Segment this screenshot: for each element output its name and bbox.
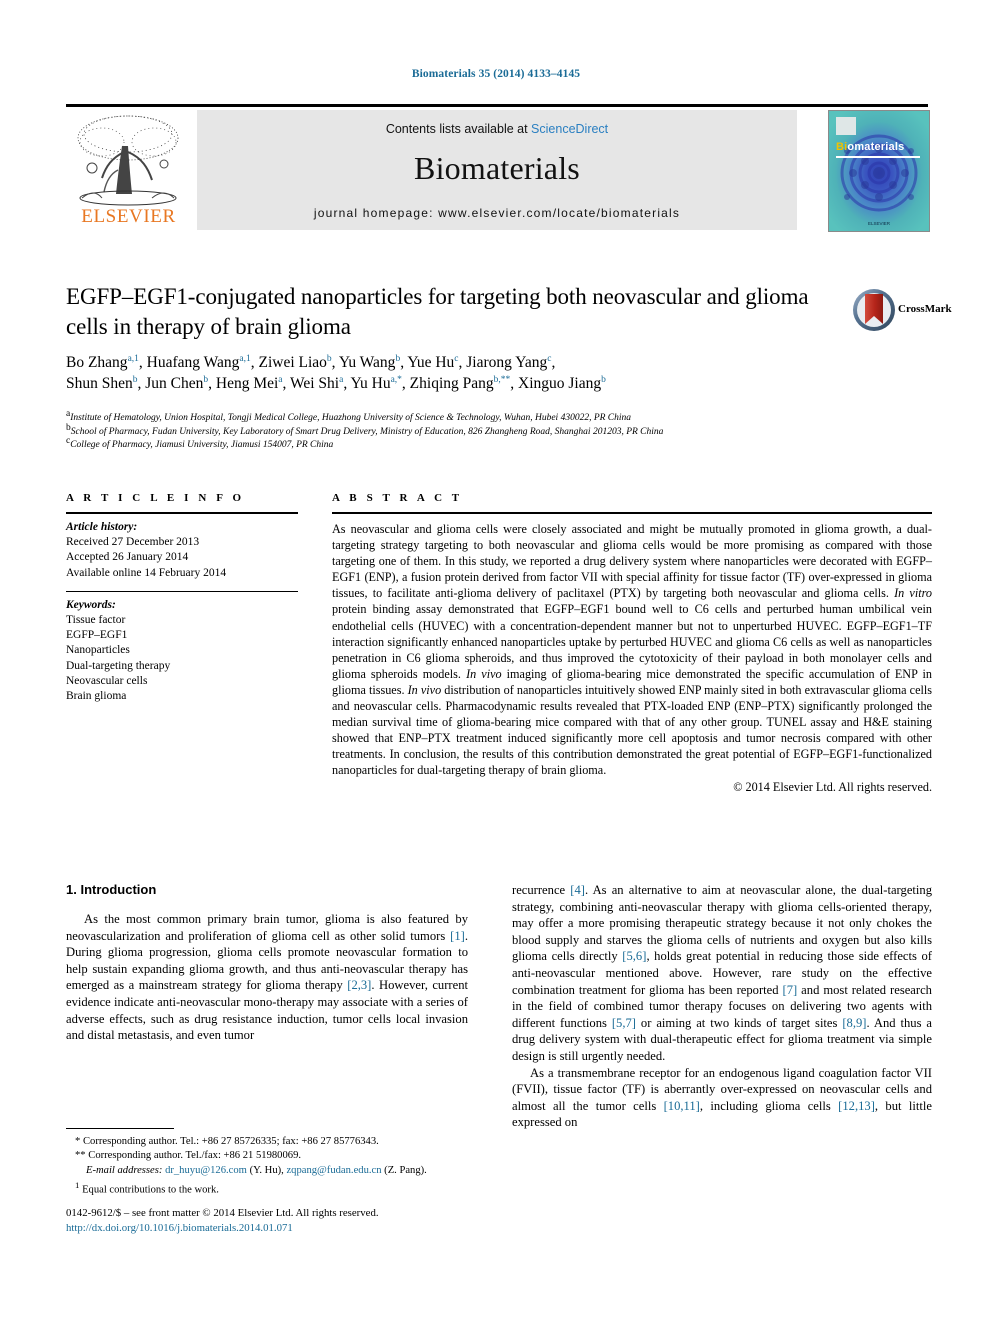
article-history: Article history: Received 27 December 20… <box>66 514 298 581</box>
footnote-corresponding-1: * Corresponding author. Tel.: +86 27 857… <box>66 1135 468 1149</box>
keywords-label: Keywords: <box>66 598 116 611</box>
crossmark-label: CrossMark <box>898 303 952 315</box>
copyright-line: © 2014 Elsevier Ltd. All rights reserved… <box>733 779 932 794</box>
footnote-text: Corresponding author. Tel.: +86 27 85726… <box>82 1136 379 1147</box>
cover-footer-text: ELSEVIER <box>867 221 890 226</box>
intro-paragraph-right-2: As a transmembrane receptor for an endog… <box>512 1065 932 1130</box>
crossmark-icon <box>853 289 895 331</box>
footnote-mark: ** <box>75 1150 86 1162</box>
crossmark-badge[interactable]: CrossMark <box>852 288 952 336</box>
keyword-item: Nanoparticles <box>66 644 130 657</box>
imprint-block: 0142-9612/$ – see front matter © 2014 El… <box>66 1206 486 1235</box>
footnote-emails: E-mail addresses: dr_huyu@126.com (Y. Hu… <box>86 1164 427 1176</box>
affiliation-text: School of Pharmacy, Fudan University, Ke… <box>70 426 664 437</box>
keywords-block: Keywords: Tissue factor EGFP–EGF1 Nanopa… <box>66 592 298 704</box>
article-history-label: Article history: <box>66 521 138 533</box>
footnote-equal-contribution: 1 Equal contributions to the work. <box>66 1178 468 1198</box>
elsevier-logo: ELSEVIER <box>66 110 191 230</box>
footnote-text: Equal contributions to the work. <box>82 1184 219 1196</box>
history-online: Available online 14 February 2014 <box>66 566 227 579</box>
contents-prefix: Contents lists available at <box>385 122 532 136</box>
sciencedirect-panel: Contents lists available at ScienceDirec… <box>197 110 797 230</box>
keyword-item: Dual-targeting therapy <box>66 659 171 672</box>
contents-available-line: Contents lists available at ScienceDirec… <box>197 122 797 136</box>
doi-link[interactable]: http://dx.doi.org/10.1016/j.biomaterials… <box>66 1221 486 1236</box>
cover-publisher-mark <box>836 117 856 135</box>
footnote-mark: 1 <box>75 1180 80 1191</box>
email-link-1[interactable]: dr_huyu@126.com <box>165 1165 247 1176</box>
footnote-mark: * <box>75 1136 81 1147</box>
keyword-item: EGFP–EGF1 <box>66 629 128 642</box>
elsevier-tree-icon <box>77 115 179 206</box>
affiliation-text: Institute of Hematology, Union Hospital,… <box>70 413 632 423</box>
keyword-item: Neovascular cells <box>66 674 148 687</box>
abstract-heading: A B S T R A C T <box>332 492 463 504</box>
affiliation-list: aInstitute of Hematology, Union Hospital… <box>66 408 932 453</box>
cover-title: Biomaterials <box>836 141 905 153</box>
abstract-panel: A B S T R A C T As neovascular and gliom… <box>332 492 932 795</box>
section-heading-introduction: 1. Introduction <box>66 882 157 897</box>
article-info-panel: A R T I C L E I N F O Article history: R… <box>66 492 298 704</box>
history-accepted: Accepted 26 January 2014 <box>66 551 189 564</box>
affiliation-text: College of Pharmacy, Jiamusi University,… <box>70 440 334 450</box>
affiliation-item: aInstitute of Hematology, Union Hospital… <box>66 408 632 423</box>
footnotes-block: * Corresponding author. Tel.: +86 27 857… <box>66 1128 468 1198</box>
journal-homepage-line[interactable]: journal homepage: www.elsevier.com/locat… <box>197 206 797 220</box>
masthead-top-rule <box>66 104 928 107</box>
author-list: Bo Zhanga,1, Huafang Wanga,1, Ziwei Liao… <box>66 353 606 392</box>
running-head: Biomaterials 35 (2014) 4133–4145 <box>411 68 581 80</box>
elsevier-wordmark: ELSEVIER <box>81 206 176 227</box>
affiliation-item: bSchool of Pharmacy, Fudan University, K… <box>66 422 664 437</box>
intro-paragraph-left: As the most common primary brain tumor, … <box>66 912 468 1043</box>
email-link-2[interactable]: zqpang@fudan.edu.cn <box>286 1165 381 1176</box>
footnote-corresponding-2: ** Corresponding author. Tel./fax: +86 2… <box>66 1149 468 1163</box>
journal-cover-thumbnail: Biomaterials ELSEVIER <box>828 110 930 232</box>
page-title: EGFP–EGF1-conjugated nanoparticles for t… <box>66 284 809 339</box>
body-column-left: 1. Introduction As the most common prima… <box>66 882 468 1044</box>
article-info-heading: A R T I C L E I N F O <box>66 492 245 504</box>
issn-front-matter: 0142-9612/$ – see front matter © 2014 El… <box>66 1207 379 1219</box>
footnote-text: Corresponding author. Tel./fax: +86 21 5… <box>88 1150 302 1162</box>
journal-title: Biomaterials <box>414 150 580 186</box>
sciencedirect-link[interactable]: ScienceDirect <box>531 122 608 136</box>
email-addresses-label: E-mail addresses: <box>86 1164 163 1176</box>
journal-masthead: ELSEVIER Contents lists available at Sci… <box>66 104 930 232</box>
keyword-item: Tissue factor <box>66 614 126 627</box>
affiliation-item: cCollege of Pharmacy, Jiamusi University… <box>66 435 334 450</box>
body-column-right: recurrence [4]. As an alternative to aim… <box>512 882 932 1131</box>
title-block: EGFP–EGF1-conjugated nanoparticles for t… <box>66 282 836 342</box>
email-owner-2: (Z. Pang). <box>384 1164 427 1176</box>
abstract-text: As neovascular and glioma cells were clo… <box>332 522 932 778</box>
paper-page: Biomaterials 35 (2014) 4133–4145 ELSEVIE… <box>0 0 992 1323</box>
cover-title-underline <box>836 156 920 158</box>
email-owner-1: (Y. Hu) <box>249 1164 282 1176</box>
footnote-separator-rule <box>66 1128 174 1129</box>
intro-paragraph-right-1: recurrence [4]. As an alternative to aim… <box>512 883 932 1063</box>
keyword-item: Brain glioma <box>66 690 127 703</box>
history-received: Received 27 December 2013 <box>66 536 200 549</box>
